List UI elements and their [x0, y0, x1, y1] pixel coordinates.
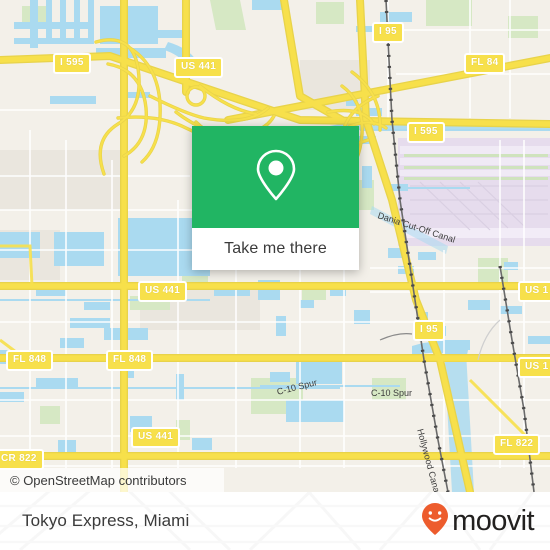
- shield-fl-848-east: FL 848: [106, 350, 154, 371]
- moovit-smiley-pin-icon: [421, 502, 449, 541]
- shield-i-595-east: I 595: [407, 122, 445, 143]
- moovit-wordmark: moovit: [452, 504, 534, 537]
- osm-attribution[interactable]: © OpenStreetMap contributors: [0, 468, 224, 492]
- osm-attribution-text: © OpenStreetMap contributors: [10, 472, 187, 488]
- shield-us-1-north: US 1: [518, 281, 550, 302]
- map-pin-icon: [252, 147, 300, 208]
- shield-us-1-south: US 1: [518, 357, 550, 378]
- shield-cr-822: CR 822: [0, 449, 44, 470]
- take-me-there-popup[interactable]: Take me there: [192, 126, 359, 270]
- shield-i-595-northwest: I 595: [53, 53, 91, 74]
- footer-bar: Tokyo Express, Miami moovit: [0, 492, 550, 550]
- shield-i-95-north: I 95: [372, 22, 404, 43]
- popup-action-area[interactable]: Take me there: [192, 228, 359, 270]
- shield-fl-84: FL 84: [464, 53, 506, 74]
- shield-i-95-mid: I 95: [413, 320, 445, 341]
- shield-fl-848-west: FL 848: [6, 350, 54, 371]
- shield-us-441-mid: US 441: [138, 281, 188, 302]
- shield-fl-822: FL 822: [493, 434, 541, 455]
- place-title: Tokyo Express, Miami: [22, 492, 189, 550]
- shield-us-441-south: US 441: [131, 427, 181, 448]
- take-me-there-label: Take me there: [224, 240, 327, 257]
- shield-us-441-north: US 441: [174, 57, 224, 78]
- popup-pin-area: [192, 126, 359, 228]
- map-screenshot-root: I 595 US 441 I 95 FL 84 I 595 US 1 US 441 I 95 F…: [0, 0, 550, 550]
- label-c10-spur-east: C-10 Spur: [371, 388, 413, 398]
- moovit-brand[interactable]: moovit: [421, 492, 535, 550]
- place-title-text: Tokyo Express, Miami: [22, 511, 190, 530]
